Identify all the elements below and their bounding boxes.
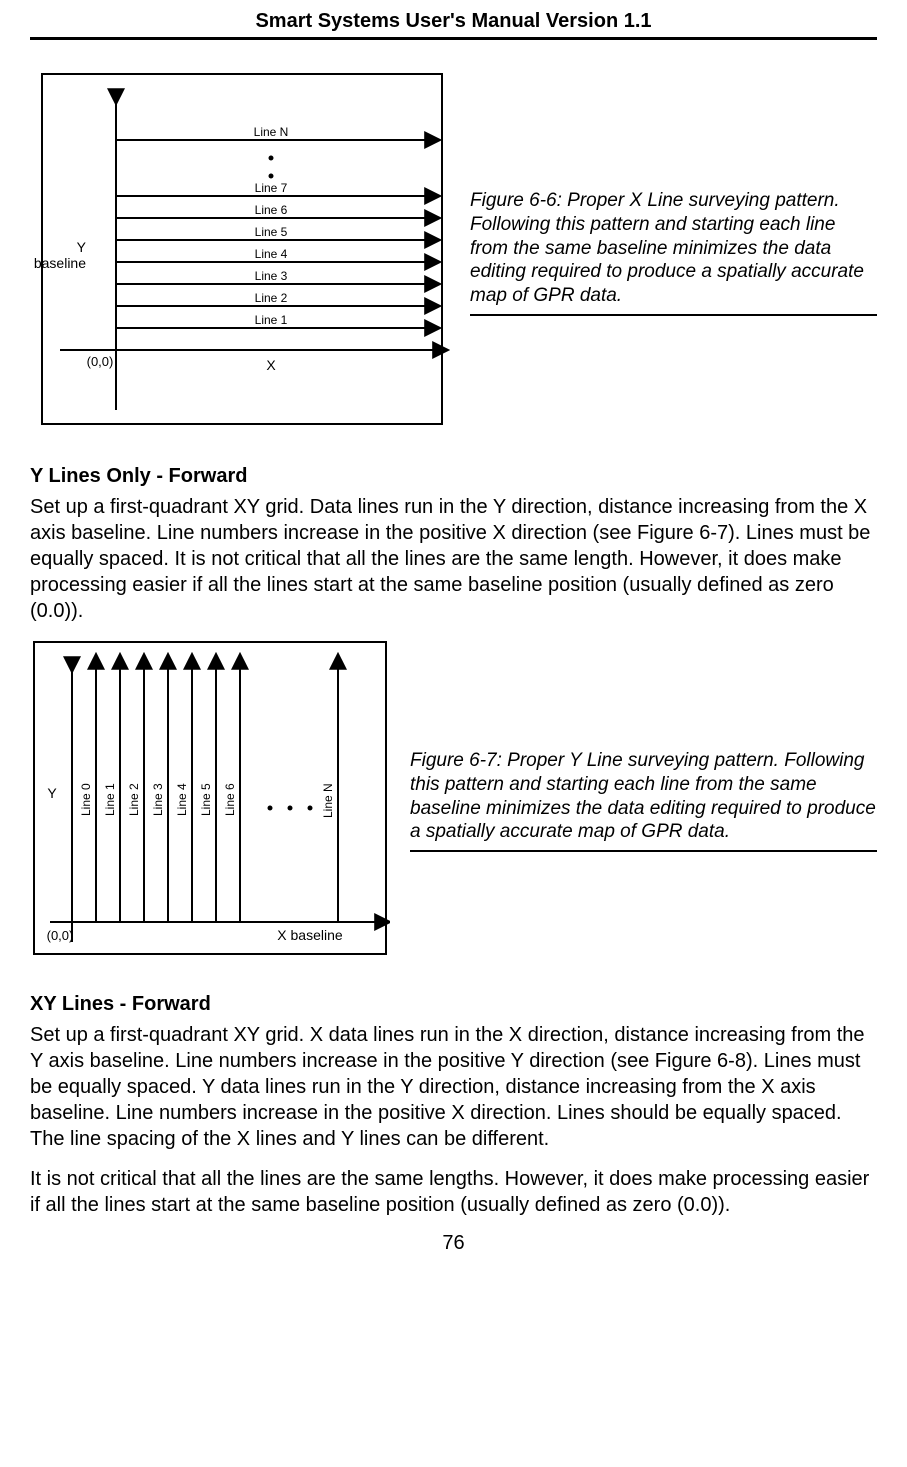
figure-6-7-diagram: Line 0 Line 1 Line 2 Line 3 Line 4 Line … xyxy=(30,638,390,963)
fig2-line-6: Line 6 xyxy=(223,783,237,816)
fig2-line-3: Line 3 xyxy=(151,783,165,816)
figure-6-6-diagram: Line 1 Line 2 Line 3 Line 4 Line 5 Line … xyxy=(30,70,450,435)
fig1-line-4: Line 4 xyxy=(255,247,288,261)
body-y-lines: Set up a first-quadrant XY grid. Data li… xyxy=(30,494,877,624)
body-xy-lines-1: Set up a first-quadrant XY grid. X data … xyxy=(30,1022,877,1152)
fig1-origin: (0,0) xyxy=(87,354,114,369)
fig2-y-label: Y xyxy=(47,785,57,801)
figure-6-6-caption: Figure 6-6: Proper X Line surveying patt… xyxy=(470,189,877,316)
page-number: 76 xyxy=(30,1232,877,1255)
heading-xy-lines: XY Lines - Forward xyxy=(30,993,877,1016)
fig2-line-2: Line 2 xyxy=(127,783,141,816)
fig2-line-n: Line N xyxy=(321,783,335,818)
fig1-y-baseline: baseline xyxy=(34,255,86,271)
body-xy-lines-2: It is not critical that all the lines ar… xyxy=(30,1166,877,1218)
figure-6-6-row: Line 1 Line 2 Line 3 Line 4 Line 5 Line … xyxy=(30,70,877,435)
fig2-line-5: Line 5 xyxy=(199,783,213,816)
fig1-line-6: Line 6 xyxy=(255,203,288,217)
fig2-line-4: Line 4 xyxy=(175,783,189,816)
fig2-origin: (0,0) xyxy=(47,928,74,943)
heading-y-lines: Y Lines Only - Forward xyxy=(30,465,877,488)
fig1-line-1: Line 1 xyxy=(255,313,288,327)
fig1-y-label: Y xyxy=(77,239,87,255)
fig1-line-3: Line 3 xyxy=(255,269,288,283)
figure-6-7-caption: Figure 6-7: Proper Y Line surveying patt… xyxy=(410,749,877,852)
fig1-line-2: Line 2 xyxy=(255,291,288,305)
fig1-line-7: Line 7 xyxy=(255,181,288,195)
fig1-line-n: Line N xyxy=(254,125,289,139)
fig1-line-5: Line 5 xyxy=(255,225,288,239)
figure-6-7-row: Line 0 Line 1 Line 2 Line 3 Line 4 Line … xyxy=(30,638,877,963)
fig2-line-1: Line 1 xyxy=(103,783,117,816)
fig2-line-0: Line 0 xyxy=(79,783,93,816)
fig2-x-label: X baseline xyxy=(277,927,343,943)
fig1-x-label: X xyxy=(266,357,276,373)
page-title: Smart Systems User's Manual Version 1.1 xyxy=(30,10,877,40)
